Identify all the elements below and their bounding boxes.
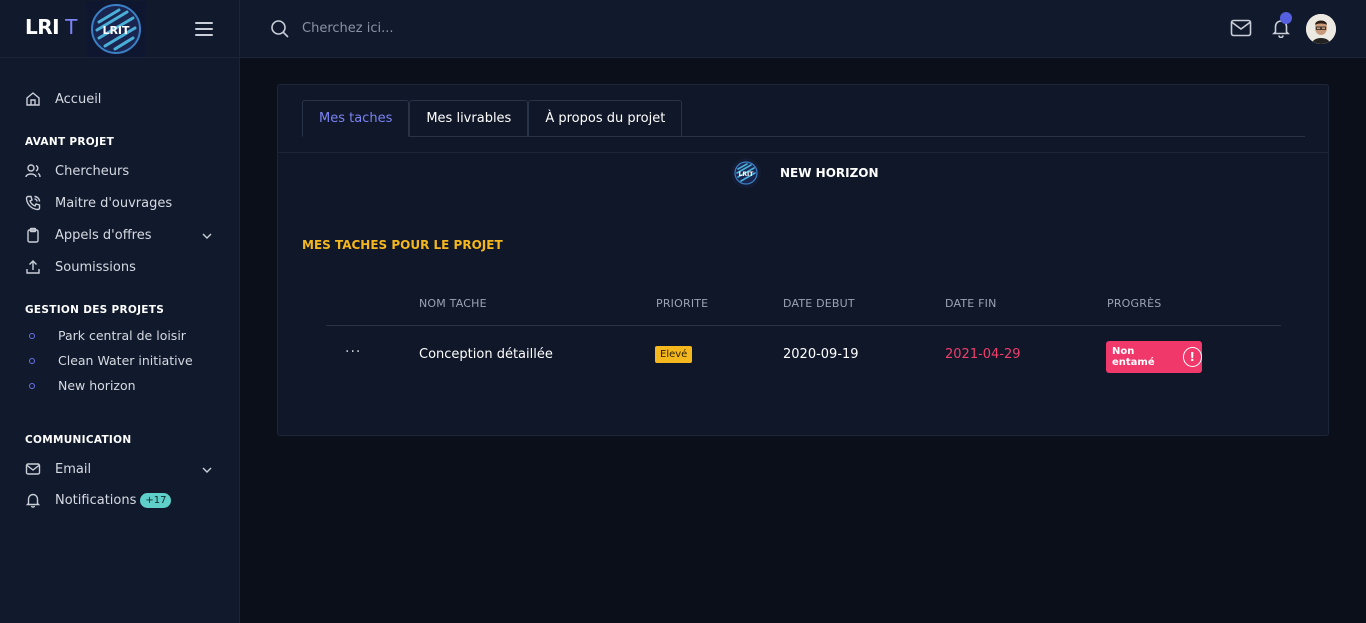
sidebar-item-new-horizon[interactable]: New horizon (29, 378, 136, 393)
search-input[interactable] (302, 17, 602, 39)
sidebar-item-email[interactable]: Email (25, 461, 91, 477)
project-card: Mes taches Mes livrables À propos du pro… (277, 84, 1329, 436)
alert-icon: ! (1182, 347, 1202, 367)
users-icon (25, 163, 41, 179)
tasks-title: MES TACHES POUR LE PROJET (302, 238, 503, 252)
task-name: Conception détaillée (419, 347, 553, 362)
tab-mes-livrables[interactable]: Mes livrables (409, 100, 529, 137)
sidebar-item-label: Soumissions (55, 259, 136, 275)
tabs-divider (302, 136, 1305, 137)
project-logo: LRIT (731, 158, 761, 188)
brand-name[interactable]: LRI T (25, 15, 77, 39)
sidebar-item-soumissions[interactable]: Soumissions (25, 259, 136, 275)
section-title-avant-projet: AVANT PROJET (25, 136, 115, 148)
sidebar-item-label: Clean Water initiative (58, 353, 193, 368)
mail-icon[interactable] (1230, 19, 1252, 37)
project-name: NEW HORIZON (780, 166, 879, 180)
home-icon (25, 91, 41, 107)
bullet-icon (29, 357, 35, 364)
column-header-nom: NOM TACHE (419, 297, 487, 310)
progress-status-label: Non entamé (1112, 346, 1155, 368)
brand-logo: LRIT (86, 1, 146, 57)
divider (278, 152, 1328, 153)
sidebar-item-chercheurs[interactable]: Chercheurs (25, 163, 129, 179)
menu-toggle-icon[interactable] (195, 21, 215, 37)
phone-call-icon (25, 195, 41, 211)
chevron-down-icon[interactable] (201, 464, 213, 476)
section-title-gestion: GESTION DES PROJETS (25, 304, 165, 316)
svg-text:LRIT: LRIT (739, 171, 755, 178)
sidebar-item-label: Appels d'offres (55, 227, 152, 243)
sidebar-item-label: Maitre d'ouvrages (55, 195, 173, 211)
search-icon[interactable] (270, 19, 290, 39)
sidebar-item-clean-water[interactable]: Clean Water initiative (29, 353, 193, 368)
sidebar-item-park[interactable]: Park central de loisir (29, 328, 186, 343)
project-logo-graphic: LRIT (734, 161, 758, 185)
notifications-count-badge: +17 (140, 492, 172, 508)
sidebar-item-label: Accueil (55, 91, 102, 107)
column-header-progres: PROGRÈS (1107, 297, 1162, 310)
task-end-date: 2021-04-29 (945, 347, 1021, 362)
brand-suffix: T (65, 15, 77, 39)
clipboard-icon (25, 227, 41, 243)
chevron-down-icon[interactable] (201, 230, 213, 242)
sidebar-item-accueil[interactable]: Accueil (25, 91, 101, 107)
tab-mes-taches[interactable]: Mes taches (302, 100, 410, 137)
row-menu-icon[interactable]: ··· (345, 344, 361, 360)
svg-text:LRIT: LRIT (102, 24, 130, 37)
task-start-date: 2020-09-19 (783, 347, 859, 362)
column-header-date-fin: DATE FIN (945, 297, 997, 310)
mail-icon (25, 461, 41, 477)
sidebar-item-label: Notifications (55, 492, 137, 508)
tabs: Mes taches Mes livrables À propos du pro… (302, 100, 683, 137)
progress-status-badge[interactable]: Non entamé ! (1106, 341, 1202, 373)
bell-icon (25, 492, 41, 508)
bullet-icon (29, 332, 35, 339)
tab-a-propos[interactable]: À propos du projet (528, 100, 683, 137)
sidebar-item-notifications[interactable]: Notifications +17 (25, 492, 172, 508)
priority-badge: Elevé (655, 346, 693, 363)
user-avatar-icon (1306, 14, 1336, 44)
column-header-date-debut: DATE DEBUT (783, 297, 855, 310)
brand: LRI T LRIT (0, 0, 239, 58)
notification-dot (1280, 12, 1292, 24)
sidebar-item-label: Email (55, 461, 92, 477)
avatar[interactable] (1306, 14, 1336, 44)
sidebar: LRI T LRIT Accueil AVANT PROJET Chercheur… (0, 0, 240, 623)
column-header-priorite: PRIORITE (656, 297, 709, 310)
upload-icon (25, 259, 41, 275)
sidebar-item-label: Park central de loisir (58, 328, 186, 343)
bullet-icon (29, 382, 35, 389)
sidebar-item-label: New horizon (58, 378, 136, 393)
sidebar-item-maitres[interactable]: Maitre d'ouvrages (25, 195, 172, 211)
sidebar-item-label: Chercheurs (55, 163, 130, 179)
logo-graphic: LRIT (91, 4, 141, 54)
section-title-communication: COMMUNICATION (25, 434, 132, 446)
topbar (240, 0, 1366, 58)
sidebar-item-appels[interactable]: Appels d'offres (25, 227, 151, 243)
brand-name-text: LRI (25, 15, 60, 39)
table-header-divider (326, 325, 1281, 326)
